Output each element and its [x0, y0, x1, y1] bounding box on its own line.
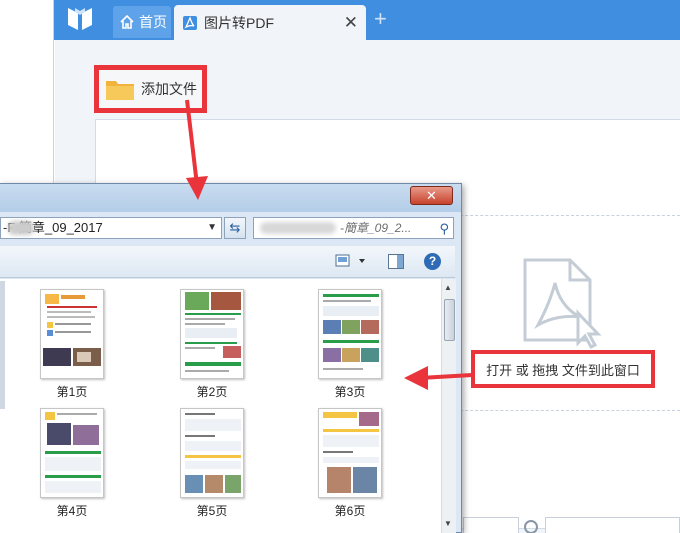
add-file-button[interactable]: 添加文件 [94, 65, 207, 113]
bottom-field[interactable] [545, 517, 680, 533]
dialog-close-button[interactable]: ✕ [410, 186, 453, 205]
app-titlebar: 首页 图片转PDF ✕ + [54, 0, 680, 40]
search-input[interactable]: -簡章_09_2... ⚲ [253, 217, 454, 239]
file-list: 第1页 第2页 第3页 第4页 第5页 第6页 [0, 279, 441, 533]
search-text: -簡章_09_2... [340, 221, 412, 235]
add-file-label: 添加文件 [141, 81, 197, 97]
file-label: 第5页 [196, 504, 228, 518]
file-label: 第3页 [334, 385, 366, 399]
file-label: 第4页 [56, 504, 88, 518]
file-item[interactable]: 第2页 [172, 289, 252, 400]
file-item[interactable]: 第3页 [310, 289, 390, 400]
dialog-toolbar: ? [0, 246, 455, 278]
home-icon [120, 14, 134, 29]
file-item[interactable]: 第5页 [172, 408, 252, 519]
bottom-input[interactable] [463, 517, 519, 533]
refresh-button[interactable]: ⇆ [224, 217, 246, 239]
drop-hint: 打开 或 拖拽 文件到此窗口 [471, 350, 655, 388]
search-icon[interactable] [524, 520, 538, 533]
tab-home[interactable]: 首页 [113, 6, 171, 38]
add-tab-button[interactable]: + [374, 8, 387, 30]
close-tab-icon[interactable]: ✕ [344, 13, 358, 33]
vertical-scrollbar[interactable]: ▲ ▼ [441, 279, 456, 533]
scroll-up-icon[interactable]: ▲ [444, 283, 452, 292]
file-label: 第6页 [334, 504, 366, 518]
left-scrollbar[interactable] [0, 281, 5, 409]
page-thumbnail [180, 289, 244, 379]
file-label: 第2页 [196, 385, 228, 399]
preview-pane-icon[interactable] [388, 254, 404, 269]
scroll-down-icon[interactable]: ▼ [444, 519, 452, 528]
app-logo-icon [68, 8, 92, 30]
page-thumbnail [40, 408, 104, 498]
pdf-icon [183, 15, 197, 30]
file-item[interactable]: 第6页 [310, 408, 390, 519]
page-thumbnail [318, 289, 382, 379]
divider [455, 410, 680, 411]
divider [455, 215, 680, 216]
scrollbar-thumb[interactable] [444, 299, 455, 341]
file-item[interactable]: 第1页 [32, 289, 112, 400]
file-label: 第1页 [56, 385, 88, 399]
drop-hint-text: 打开 或 拖拽 文件到此窗口 [486, 362, 640, 378]
view-menu-icon[interactable] [335, 254, 367, 270]
page-thumbnail [180, 408, 244, 498]
chevron-down-icon[interactable]: ▼ [207, 218, 217, 238]
document-pdf-icon [523, 258, 602, 349]
page-thumbnail [40, 289, 104, 379]
tab-home-label: 首页 [139, 14, 167, 30]
search-icon[interactable]: ⚲ [439, 219, 449, 238]
file-item[interactable]: 第4页 [32, 408, 112, 519]
file-open-dialog: ✕ -F 簡章_09_2017 ▼ ⇆ -簡章_09_2... ⚲ ? 第1页 … [0, 183, 462, 533]
blurred-text [8, 221, 34, 235]
folder-icon [106, 81, 134, 100]
dialog-titlebar [0, 184, 461, 212]
tab-active-label: 图片转PDF [204, 14, 274, 31]
blurred-text [260, 222, 336, 234]
help-icon[interactable]: ? [424, 253, 441, 270]
tab-image-to-pdf[interactable]: 图片转PDF ✕ [174, 5, 366, 40]
page-thumbnail [318, 408, 382, 498]
